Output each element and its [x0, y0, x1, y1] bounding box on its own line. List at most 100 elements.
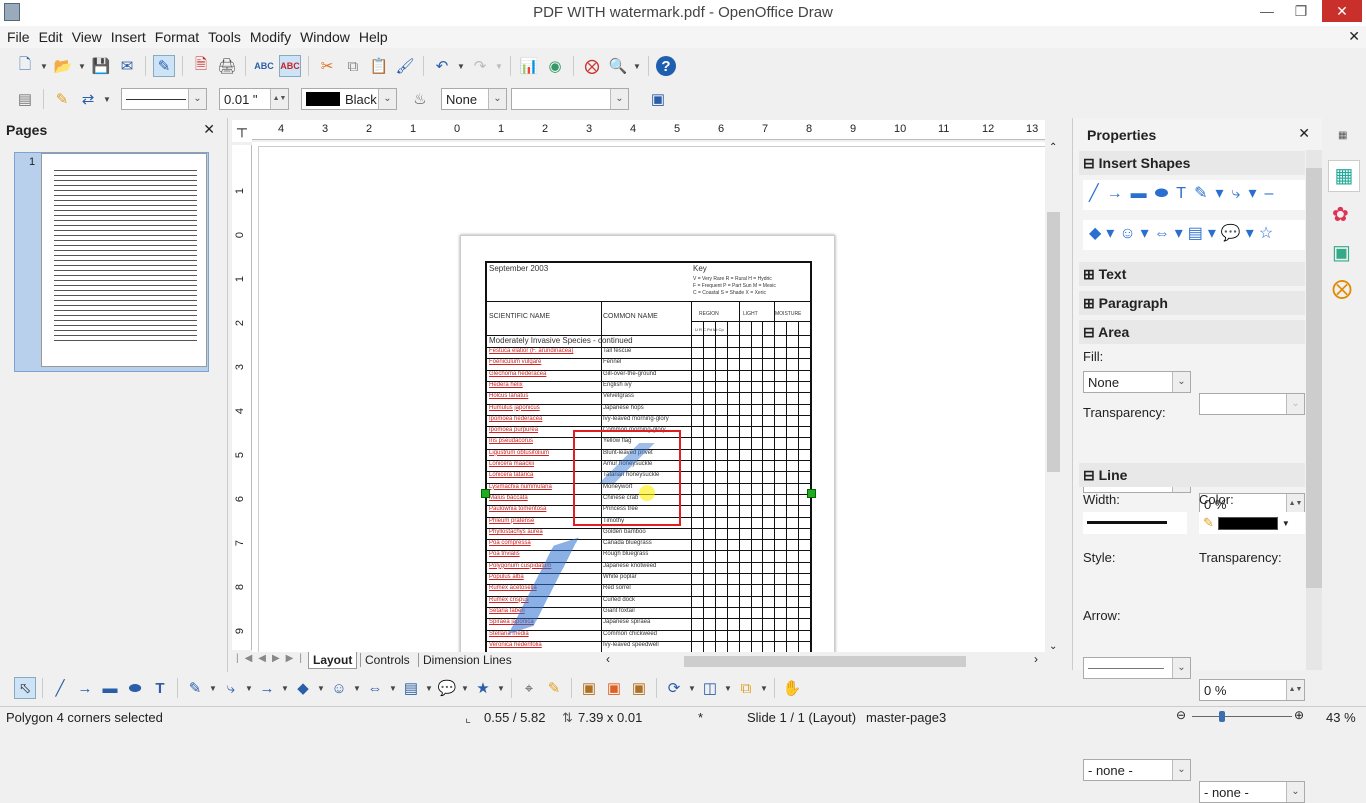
edit-file-icon[interactable]: ✎: [153, 55, 175, 77]
close-button[interactable]: ✕: [1322, 0, 1362, 22]
line-section[interactable]: ⊟ Line: [1079, 463, 1305, 487]
complex-shapes-row[interactable]: ◆▾☺▾⇔▾▤▾💬▾☆: [1083, 220, 1305, 250]
zoom-in-icon[interactable]: ⊕: [1294, 708, 1304, 722]
gallery-tab-icon[interactable]: ▣: [1332, 240, 1351, 265]
line-tool-icon[interactable]: ╱: [49, 677, 71, 699]
line-transparency-spin[interactable]: 0 % ▲▼: [1199, 679, 1305, 701]
zoom-out-icon[interactable]: ⊖: [1176, 708, 1186, 722]
curve-icon[interactable]: ✎: [184, 677, 206, 699]
cut-icon[interactable]: ✂: [316, 55, 338, 77]
vertical-scrollbar[interactable]: ⌃ ⌄: [1045, 142, 1062, 652]
export-pdf-icon[interactable]: 🗎: [190, 55, 212, 77]
properties-tab-icon[interactable]: ▦: [1328, 160, 1360, 192]
drawing-canvas[interactable]: September 2003 Key V = Very Rare R = Rural…: [252, 142, 1045, 652]
selection-rectangle[interactable]: [573, 430, 681, 526]
gallery-icon[interactable]: ◉: [544, 55, 566, 77]
symbol-shapes-icon[interactable]: ☺: [328, 677, 350, 699]
sidebar-menu-icon[interactable]: ▦: [1338, 130, 1347, 141]
clone-formatting-icon[interactable]: 🖌: [394, 55, 416, 77]
redo-icon[interactable]: ↷: [469, 55, 491, 77]
select-icon[interactable]: ⬁: [14, 677, 36, 699]
tab-controls[interactable]: Controls: [360, 653, 414, 667]
tab-navigation-buttons[interactable]: |◀◀▶▶|: [236, 653, 308, 664]
email-icon[interactable]: ✉: [116, 55, 138, 77]
text-icon[interactable]: T: [149, 677, 171, 699]
line-color-select[interactable]: Black ⌄: [301, 88, 397, 110]
rotate-icon[interactable]: ⟳: [663, 677, 685, 699]
navigator-icon[interactable]: ⨂: [581, 55, 603, 77]
arrange-icon[interactable]: ⧉: [735, 677, 757, 699]
paragraph-section[interactable]: ⊞ Paragraph: [1079, 291, 1305, 315]
tab-layout[interactable]: Layout: [308, 652, 358, 669]
close-document-icon[interactable]: ✕: [1348, 28, 1360, 45]
area-fill-select[interactable]: ⌄: [511, 88, 629, 110]
extrusion-icon[interactable]: ✋: [781, 677, 803, 699]
paste-icon[interactable]: 📋: [368, 55, 390, 77]
basic-shapes-row[interactable]: ╱→▬⬬T✎▾⤷▾–: [1083, 180, 1305, 210]
document-page[interactable]: September 2003 Key V = Very Rare R = Rural…: [460, 235, 835, 652]
arrow-end-select[interactable]: - none - ⌄: [1199, 781, 1305, 803]
menu-format[interactable]: Format: [152, 29, 205, 45]
ellipse-icon[interactable]: ⬬: [124, 677, 146, 699]
close-pages-icon[interactable]: ✕: [203, 121, 215, 138]
save-icon[interactable]: 💾: [90, 55, 112, 77]
new-icon[interactable]: 🗋: [14, 55, 36, 77]
undo-icon[interactable]: ↶: [431, 55, 453, 77]
callouts-icon[interactable]: 💬: [436, 677, 458, 699]
zoom-slider-thumb[interactable]: [1219, 711, 1225, 722]
fill-select[interactable]: None ⌄: [1083, 371, 1191, 393]
open-icon[interactable]: 📂: [52, 55, 74, 77]
selection-handle[interactable]: [481, 489, 490, 498]
menu-file[interactable]: File: [4, 29, 36, 45]
menu-help[interactable]: Help: [356, 29, 394, 45]
zoom-slider[interactable]: ⊖ ⊕: [1176, 708, 1306, 724]
line-width-spin[interactable]: 0.01 " ▲▼: [219, 88, 289, 110]
connector-icon[interactable]: ⤷: [220, 677, 242, 699]
spellcheck-icon[interactable]: ABC: [253, 55, 275, 77]
fontwork-icon[interactable]: ▣: [578, 677, 600, 699]
minimize-button[interactable]: —: [1250, 0, 1284, 22]
menu-modify[interactable]: Modify: [247, 29, 297, 45]
line-icon[interactable]: ✎: [51, 88, 73, 110]
glue-points-icon[interactable]: ✎: [543, 677, 565, 699]
basic-shapes-icon[interactable]: ◆: [292, 677, 314, 699]
block-arrows-icon[interactable]: ⇔: [364, 677, 386, 699]
area-section[interactable]: ⊟ Area: [1079, 320, 1305, 344]
print-icon[interactable]: 🖨: [216, 55, 238, 77]
zoom-icon[interactable]: 🔍: [607, 55, 629, 77]
align-icon[interactable]: ◫: [699, 677, 721, 699]
line-style-select[interactable]: ⌄: [121, 88, 207, 110]
autospellcheck-icon[interactable]: ABC: [279, 55, 301, 77]
navigator-tab-icon[interactable]: ⨂: [1332, 276, 1352, 301]
arrow-start-select[interactable]: - none - ⌄: [1083, 759, 1191, 781]
tab-dimension-lines[interactable]: Dimension Lines: [418, 653, 516, 667]
help-icon[interactable]: ?: [656, 56, 676, 76]
properties-scrollbar[interactable]: [1306, 150, 1322, 670]
area-icon[interactable]: ♨: [409, 88, 431, 110]
gallery-tool-icon[interactable]: ▣: [628, 677, 650, 699]
text-section[interactable]: ⊞ Text: [1079, 262, 1305, 286]
points-icon[interactable]: ⌖: [518, 677, 540, 699]
insert-shapes-section[interactable]: ⊟ Insert Shapes: [1079, 151, 1305, 175]
stars-icon[interactable]: ★: [472, 677, 494, 699]
rectangle-icon[interactable]: ▬: [99, 677, 121, 699]
line-width-dropdown[interactable]: [1083, 512, 1187, 534]
copy-icon[interactable]: ⧉: [342, 55, 364, 77]
selection-handle[interactable]: [807, 489, 816, 498]
chart-icon[interactable]: 📊: [518, 55, 540, 77]
close-properties-icon[interactable]: ✕: [1298, 125, 1310, 142]
line-color-dropdown[interactable]: ✎ ▼: [1199, 512, 1305, 534]
menu-window[interactable]: Window: [297, 29, 356, 45]
menu-edit[interactable]: Edit: [36, 29, 69, 45]
menu-view[interactable]: View: [69, 29, 108, 45]
menu-tools[interactable]: Tools: [205, 29, 247, 45]
line-style-dropdown[interactable]: ⌄: [1083, 657, 1191, 679]
area-style-select[interactable]: None ⌄: [441, 88, 507, 110]
from-file-icon[interactable]: ▣: [603, 677, 625, 699]
shadow-icon[interactable]: ▣: [647, 88, 669, 110]
arrow-tool-icon[interactable]: →: [74, 677, 96, 699]
lines-arrows-icon[interactable]: →: [256, 677, 278, 699]
menu-insert[interactable]: Insert: [108, 29, 152, 45]
horizontal-scrollbar[interactable]: ‹ ›: [602, 652, 1042, 668]
fill-secondary-select[interactable]: ⌄: [1199, 393, 1305, 415]
